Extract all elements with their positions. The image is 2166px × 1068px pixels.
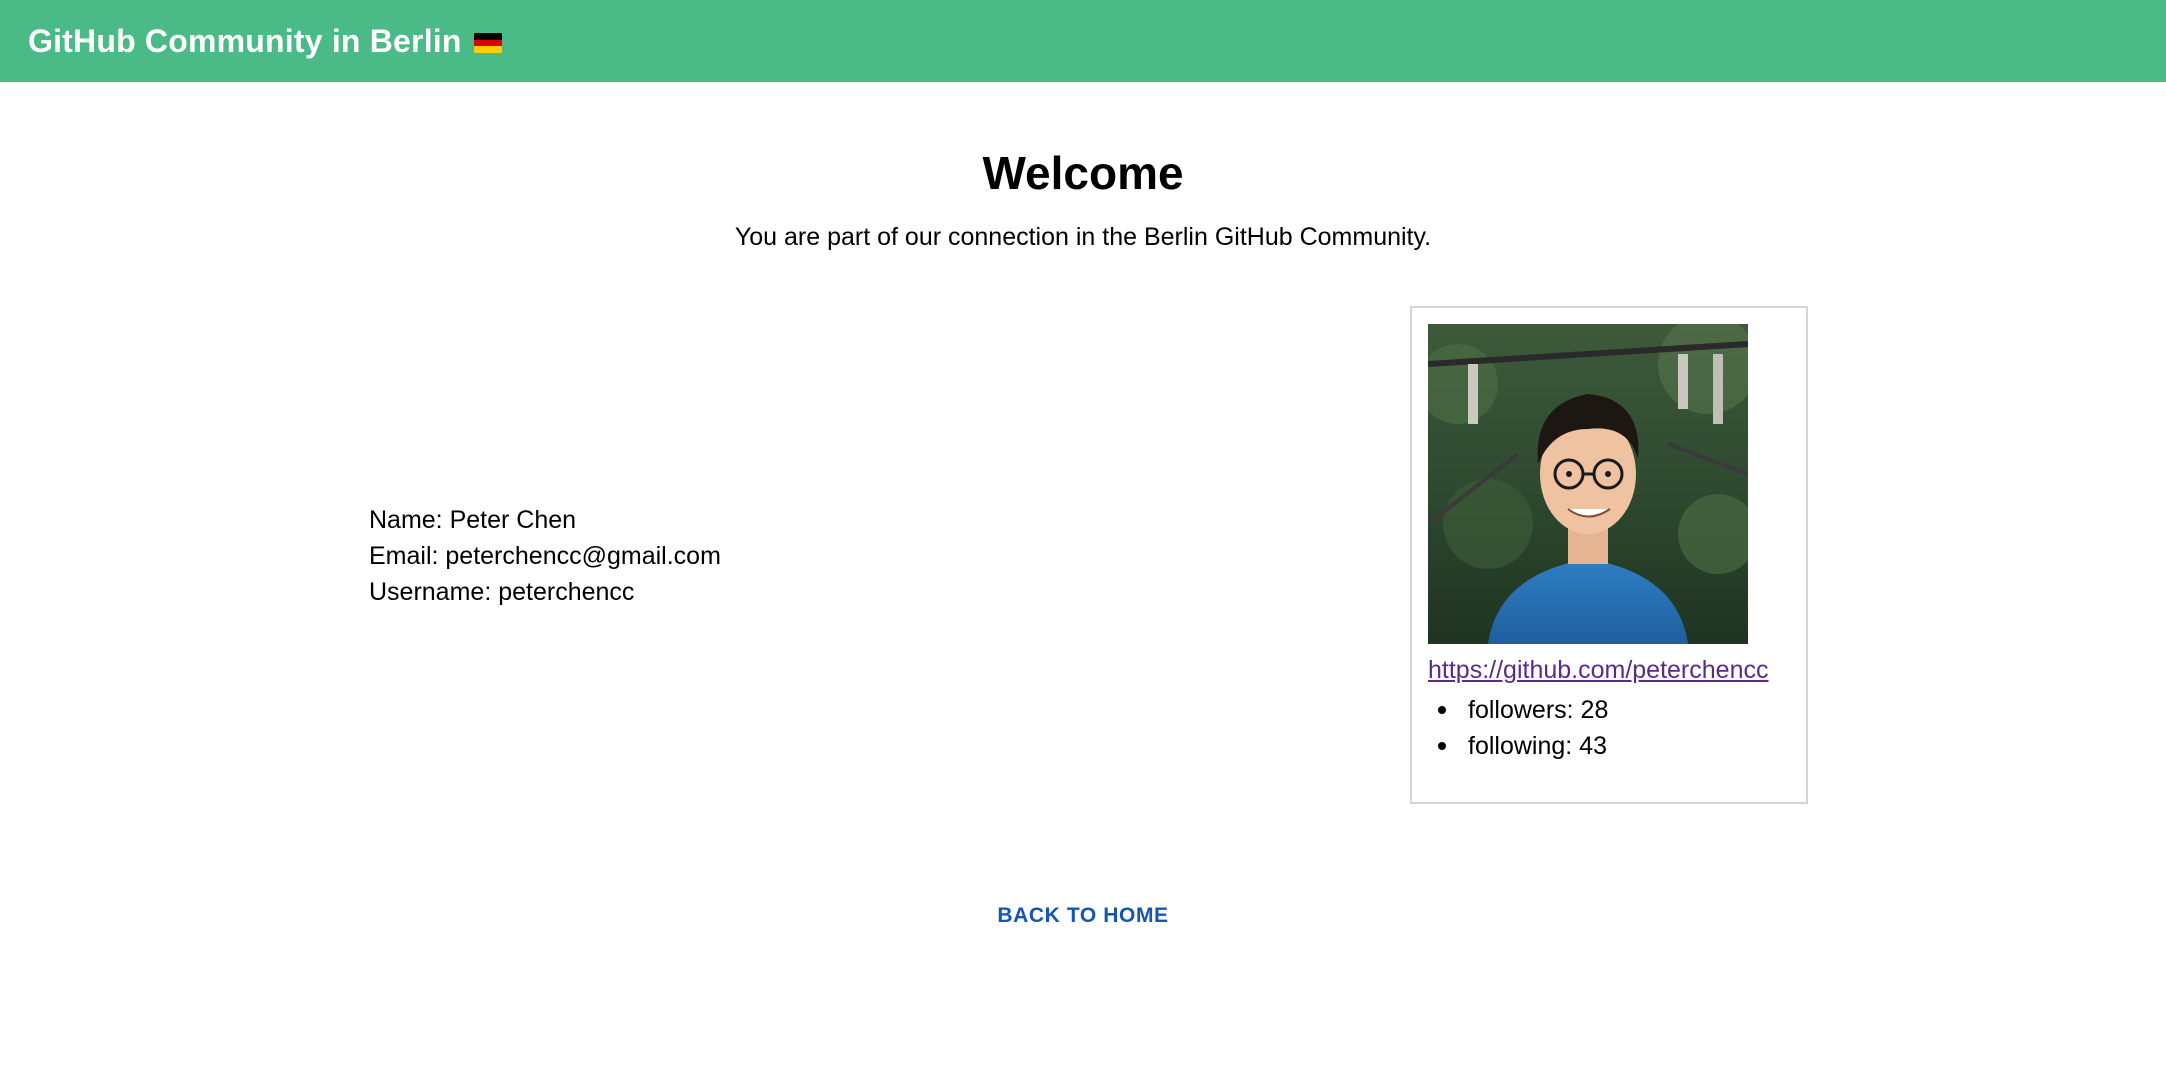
- profile-stats-list: followers: 28 following: 43: [1428, 692, 1608, 764]
- user-name: Name: Peter Chen: [369, 506, 577, 534]
- app-title-text: GitHub Community in Berlin: [28, 22, 462, 59]
- user-info: Name: Peter Chen Email: peterchencc@gmai…: [369, 502, 721, 610]
- page-title: Welcome: [982, 147, 1184, 199]
- germany-flag-icon: [473, 33, 502, 54]
- followers-count: followers: 28: [1468, 696, 1609, 724]
- github-profile-card: https://github.com/peterchencc followers…: [1410, 306, 1808, 804]
- following-count: following: 43: [1468, 732, 1607, 760]
- back-button-container: BACK TO HOME: [0, 904, 2166, 928]
- top-app-bar: GitHub Community in Berlin: [0, 0, 2166, 82]
- app-title: GitHub Community in Berlin: [28, 23, 502, 60]
- user-email: Email: peterchencc@gmail.com: [369, 542, 721, 570]
- github-profile-link[interactable]: https://github.com/peterchencc: [1428, 656, 1768, 685]
- profile-photo: [1428, 324, 1748, 644]
- back-to-home-button[interactable]: BACK TO HOME: [997, 904, 1168, 927]
- page-subtitle: You are part of our connection in the Be…: [734, 223, 1432, 251]
- list-item: followers: 28: [1428, 692, 1608, 728]
- bullet-icon: [1438, 742, 1446, 750]
- user-username: Username: peterchencc: [369, 578, 635, 606]
- list-item: following: 43: [1428, 728, 1608, 764]
- bullet-icon: [1438, 706, 1446, 714]
